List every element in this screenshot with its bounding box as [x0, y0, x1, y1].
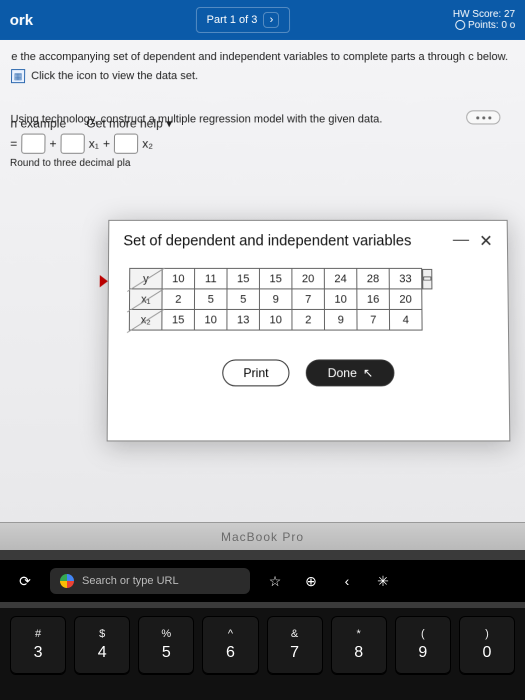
- eq-plus1: +: [49, 137, 56, 151]
- back-icon[interactable]: ‹: [336, 570, 358, 592]
- question-content: e the accompanying set of dependent and …: [0, 40, 525, 180]
- key-6[interactable]: ^6: [202, 616, 258, 674]
- key-8[interactable]: *8: [331, 616, 387, 674]
- instruction-line2[interactable]: Click the icon to view the data set.: [31, 70, 198, 82]
- key-4[interactable]: $4: [74, 616, 130, 674]
- touch-bar: ⟳ Search or type URL ☆ ⊕ ‹ ✳: [0, 560, 525, 602]
- google-icon: [60, 574, 74, 588]
- app-header: ork Part 1 of 3 › HW Score: 27 Points: 0…: [0, 0, 525, 40]
- table-row: x₂ 151013102974: [129, 309, 433, 330]
- key-9[interactable]: (9: [395, 616, 451, 674]
- key-7[interactable]: &7: [267, 616, 323, 674]
- get-help-link[interactable]: Get more help ▾: [86, 117, 172, 131]
- search-placeholder: Search or type URL: [82, 575, 179, 587]
- data-set-icon[interactable]: ▦: [11, 69, 25, 83]
- instruction-line1: e the accompanying set of dependent and …: [0, 50, 525, 65]
- round-note: Round to three decimal pla: [10, 158, 515, 169]
- print-button[interactable]: Print: [222, 359, 290, 386]
- touchbar-search[interactable]: Search or type URL: [50, 568, 250, 594]
- hw-score: HW Score: 27: [453, 9, 515, 20]
- favorite-icon[interactable]: ☆: [264, 570, 286, 592]
- dialog-title: Set of dependent and independent variabl…: [123, 233, 411, 249]
- eq-equals: =: [10, 137, 17, 151]
- cursor-icon: ↖: [363, 366, 373, 380]
- eq-x1: x₁: [89, 137, 99, 151]
- coef-x2-field[interactable]: [114, 134, 138, 154]
- done-button[interactable]: Done ↖: [306, 359, 394, 386]
- intercept-field[interactable]: [21, 134, 45, 154]
- data-set-dialog: Set of dependent and independent variabl…: [107, 220, 511, 442]
- part-indicator: Part 1 of 3 ›: [196, 7, 291, 33]
- row-label: x₁: [129, 289, 162, 310]
- row-label: x₂: [129, 309, 162, 330]
- done-label: Done: [328, 366, 357, 380]
- coef-x1-field[interactable]: [60, 134, 84, 154]
- close-icon[interactable]: ✕: [479, 231, 493, 251]
- brightness-icon[interactable]: ✳: [372, 570, 394, 592]
- refresh-icon[interactable]: ⟳: [14, 570, 36, 592]
- key-3[interactable]: #3: [10, 616, 66, 674]
- eq-x2: x₂: [142, 137, 153, 151]
- more-menu-button[interactable]: [466, 110, 500, 124]
- data-table: y 1011151520242833 ▭ x₁ 25597101620 x₂ 1…: [129, 268, 434, 331]
- brand-text: ork: [10, 11, 34, 28]
- scroll-right-button[interactable]: ▭: [422, 268, 432, 289]
- regression-equation: = + x₁ + x₂: [10, 134, 515, 154]
- example-link[interactable]: n example: [10, 117, 66, 131]
- points-label: Points: 0 o: [468, 20, 515, 31]
- part-label: Part 1 of 3: [207, 14, 258, 26]
- minimize-icon[interactable]: —: [453, 231, 469, 251]
- macbook-label: MacBook Pro: [0, 522, 525, 550]
- laptop-screen: ork Part 1 of 3 › HW Score: 27 Points: 0…: [0, 0, 525, 533]
- key-5[interactable]: %5: [138, 616, 194, 674]
- table-row: x₁ 25597101620: [129, 289, 433, 310]
- eq-plus2: +: [103, 137, 110, 151]
- table-row: y 1011151520242833 ▭: [130, 268, 433, 289]
- new-tab-icon[interactable]: ⊕: [300, 570, 322, 592]
- keyboard-row: #3 $4 %5 ^6 &7 *8 (9 )0: [0, 608, 525, 700]
- row-label: y: [130, 268, 163, 289]
- next-part-button[interactable]: ›: [263, 12, 279, 28]
- dropdown-icon: ▾: [166, 117, 172, 131]
- score-box: HW Score: 27 Points: 0 o: [453, 9, 516, 31]
- key-0[interactable]: )0: [459, 616, 515, 674]
- points-icon: [455, 20, 465, 30]
